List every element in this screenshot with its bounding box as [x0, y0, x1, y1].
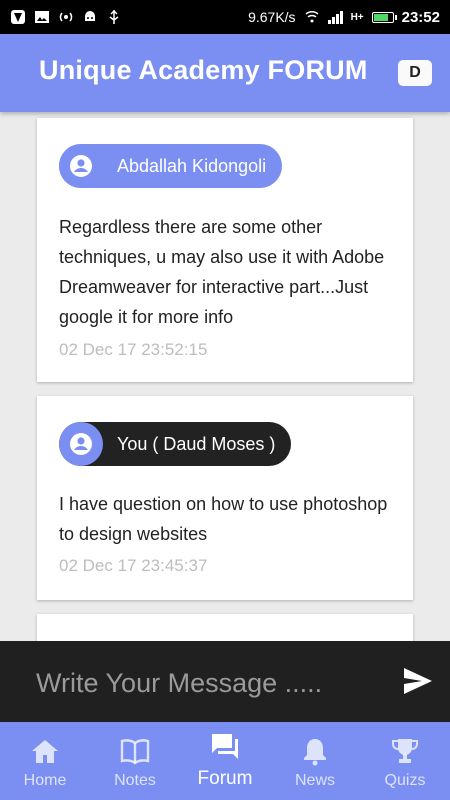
account-circle-icon: [70, 433, 92, 455]
bell-icon: [304, 739, 326, 766]
message-card: Abdallah Kidongoli Regardless there are …: [37, 118, 413, 382]
page-title: Unique Academy FORUM: [39, 55, 368, 85]
forum-icon: [212, 734, 238, 759]
bottom-navigation: Home Notes Forum News Quizs: [0, 722, 450, 800]
status-time: 23:52: [401, 8, 440, 26]
status-left-icons: [10, 9, 122, 25]
message-timestamp: 02 Dec 17 23:52:15: [59, 340, 208, 359]
signal-strength-icon: [327, 10, 343, 24]
network-type: H+: [350, 11, 364, 23]
message-card: You ( Daud Moses ) I have question on ho…: [37, 396, 413, 600]
hotspot-icon: [59, 12, 73, 22]
nav-item-notes[interactable]: Notes: [90, 722, 180, 800]
nav-item-forum[interactable]: Forum: [180, 722, 270, 800]
shield-app-icon: [11, 10, 25, 24]
battery-icon: [371, 11, 397, 23]
app-bar: Unique Academy FORUM D: [0, 34, 450, 112]
nav-label: News: [294, 772, 335, 789]
nav-label: Quizs: [384, 772, 426, 789]
message-card: [37, 614, 413, 642]
nav-label: Forum: [197, 768, 253, 789]
avatar: [59, 422, 103, 466]
author-name: Abdallah Kidongoli: [117, 155, 267, 176]
message-list[interactable]: Abdallah Kidongoli Regardless there are …: [0, 112, 450, 642]
usb-icon: [109, 9, 119, 24]
trophy-icon: [392, 739, 418, 763]
nav-item-news[interactable]: News: [270, 722, 360, 800]
nav-label: Notes: [114, 772, 156, 789]
user-initial-button[interactable]: D: [398, 60, 432, 86]
avatar: [59, 144, 103, 188]
status-right-icons: 9.67K/s H+ 23:52: [248, 9, 440, 26]
send-button[interactable]: [400, 663, 436, 699]
author-pill[interactable]: Abdallah Kidongoli: [59, 144, 283, 188]
message-composer: [0, 641, 450, 722]
nav-label: Home: [23, 772, 67, 789]
wifi-icon: [305, 10, 319, 23]
book-icon: [120, 739, 150, 765]
network-speed: 9.67K/s: [248, 9, 296, 25]
status-bar: 9.67K/s H+ 23:52: [0, 0, 450, 34]
message-text: Regardless there are some other techniqu…: [59, 217, 385, 327]
home-icon: [32, 740, 58, 763]
message-text: I have question on how to use photoshop …: [59, 494, 388, 544]
send-icon: [404, 668, 432, 694]
message-timestamp: 02 Dec 17 23:45:37: [59, 556, 208, 575]
image-icon: [35, 11, 49, 23]
author-name: You ( Daud Moses ): [117, 433, 276, 454]
message-input[interactable]: [34, 663, 378, 703]
nav-item-quizs[interactable]: Quizs: [360, 722, 450, 800]
author-pill[interactable]: You ( Daud Moses ): [59, 422, 292, 466]
nav-item-home[interactable]: Home: [0, 722, 90, 800]
account-circle-icon: [70, 155, 92, 177]
android-icon: [85, 11, 95, 21]
